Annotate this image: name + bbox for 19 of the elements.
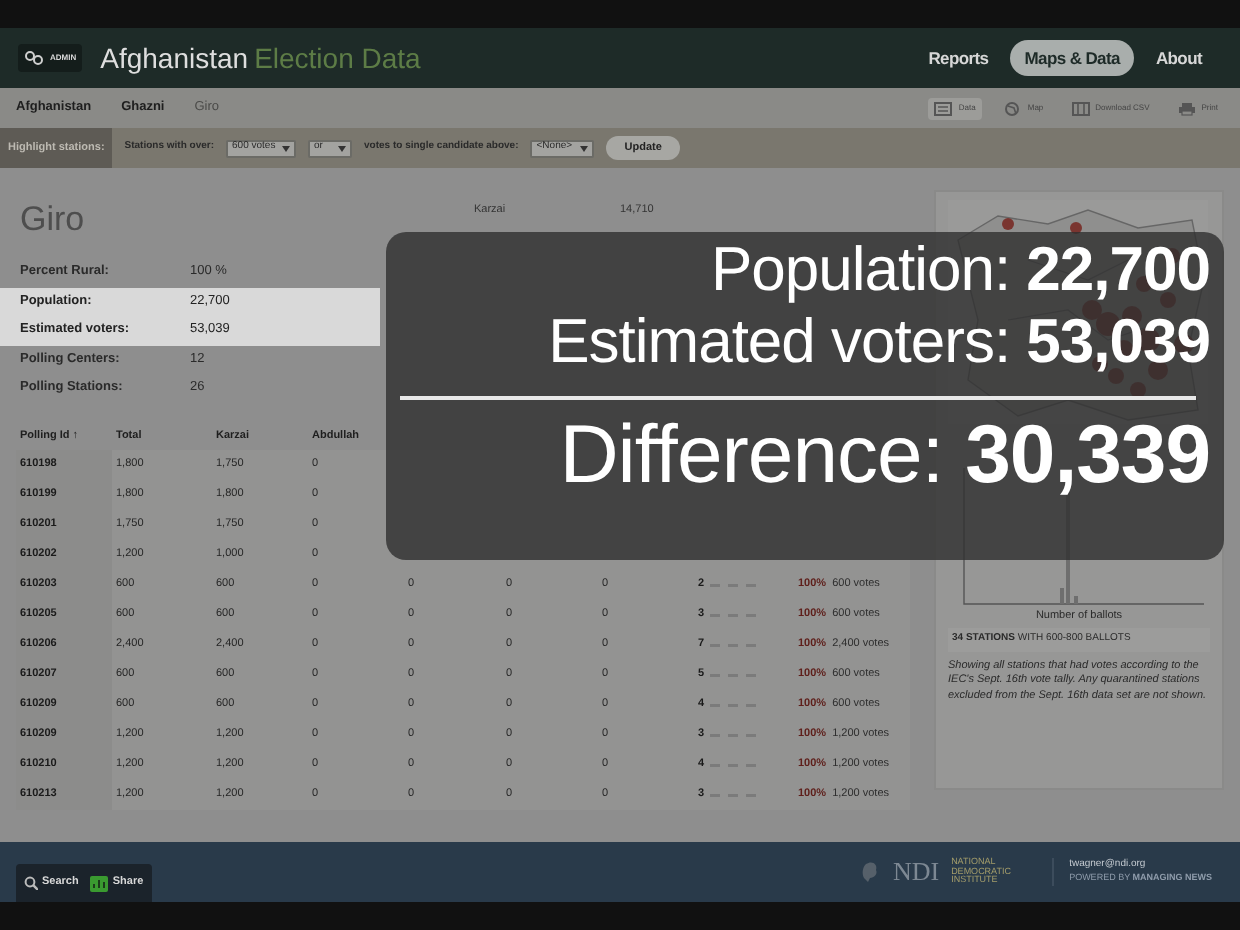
dropdown-icon (580, 145, 589, 151)
map-icon (1003, 101, 1022, 115)
org-logo: NDI (892, 854, 940, 891)
overlay-line: Estimated voters: 53,039 (548, 305, 1210, 377)
overlay-line: Difference: 30,339 (559, 408, 1210, 503)
share-icon (90, 875, 109, 891)
overlay-line: Population: 22,700 (710, 234, 1210, 306)
site-subtitle: Election Data (254, 39, 421, 77)
nav-link[interactable]: Reports (914, 39, 1003, 77)
nav-link[interactable]: Maps & Data (1010, 39, 1134, 77)
dropdown-icon (282, 145, 291, 151)
site-title: Afghanistan (100, 39, 249, 78)
dropdown-icon (338, 145, 347, 151)
district-title: Giro (20, 198, 85, 242)
print-icon (1177, 101, 1196, 115)
data-icon (934, 101, 953, 115)
search-icon (24, 876, 38, 890)
csv-icon (1071, 101, 1090, 115)
nav-link[interactable]: About (1141, 39, 1216, 77)
